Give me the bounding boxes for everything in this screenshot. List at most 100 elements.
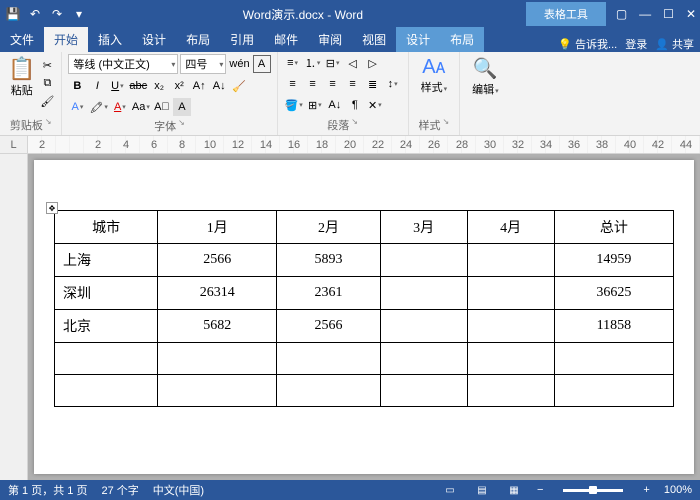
table-cell[interactable]: 2566 xyxy=(277,310,380,343)
tab-insert[interactable]: 插入 xyxy=(88,27,132,52)
table-header-cell[interactable]: 2月 xyxy=(277,211,380,244)
table-cell[interactable] xyxy=(55,343,158,375)
char-shading-icon[interactable]: Aa▾ xyxy=(131,98,151,116)
table-row[interactable] xyxy=(55,375,674,407)
dialog-launcher-icon[interactable]: ↘ xyxy=(45,117,52,133)
underline-button[interactable]: U▾ xyxy=(108,77,126,95)
vertical-ruler[interactable] xyxy=(0,154,28,480)
table-header-cell[interactable]: 3月 xyxy=(380,211,467,244)
horizontal-ruler[interactable]: L 22468101214161820222426283032343638404… xyxy=(0,136,700,154)
font-name-combo[interactable]: 等线 (中文正文) xyxy=(68,54,178,74)
table-cell[interactable]: 深圳 xyxy=(55,277,158,310)
borders-icon[interactable]: ⊞▾ xyxy=(306,96,324,114)
tab-table-design[interactable]: 设计 xyxy=(396,27,440,52)
align-center-icon[interactable]: ≡ xyxy=(304,75,322,93)
maximize-icon[interactable]: ☐ xyxy=(663,7,674,21)
shrink-font-icon[interactable]: A↓ xyxy=(210,77,228,95)
highlight-icon[interactable]: 🖍▾ xyxy=(88,98,108,116)
table-cell[interactable]: 2566 xyxy=(158,244,277,277)
table-cell[interactable]: 上海 xyxy=(55,244,158,277)
table-cell[interactable] xyxy=(380,244,467,277)
tab-layout[interactable]: 布局 xyxy=(176,27,220,52)
page-count[interactable]: 第 1 页，共 1 页 xyxy=(8,482,87,498)
table-cell[interactable] xyxy=(55,375,158,407)
bullets-icon[interactable]: ≡▾ xyxy=(284,54,302,72)
close-icon[interactable]: ✕ xyxy=(686,7,696,21)
table-cell[interactable]: 11858 xyxy=(554,310,673,343)
redo-icon[interactable]: ↷ xyxy=(48,5,66,23)
tab-design[interactable]: 设计 xyxy=(132,27,176,52)
justify-icon[interactable]: ≡ xyxy=(344,75,362,93)
dialog-launcher-icon[interactable]: ↘ xyxy=(351,117,358,133)
distributed-icon[interactable]: ≣ xyxy=(364,75,382,93)
align-left-icon[interactable]: ≡ xyxy=(284,75,302,93)
grow-font-icon[interactable]: A↑ xyxy=(190,77,208,95)
table-cell[interactable]: 36625 xyxy=(554,277,673,310)
char-border-icon[interactable]: A xyxy=(253,55,271,73)
tab-home[interactable]: 开始 xyxy=(44,27,88,52)
table-row[interactable]: 深圳26314236136625 xyxy=(55,277,674,310)
table-cell[interactable] xyxy=(467,244,554,277)
copy-icon[interactable]: ⧉ xyxy=(39,75,55,91)
asian-layout-icon[interactable]: ✕▾ xyxy=(366,96,384,114)
strikethrough-button[interactable]: abc xyxy=(128,77,148,95)
read-mode-icon[interactable]: ▭ xyxy=(441,483,459,497)
align-right-icon[interactable]: ≡ xyxy=(324,75,342,93)
editing-button[interactable]: 🔍 编辑▾ xyxy=(466,54,505,99)
tab-view[interactable]: 视图 xyxy=(352,27,396,52)
zoom-slider[interactable] xyxy=(563,489,623,492)
subscript-button[interactable]: x₂ xyxy=(150,77,168,95)
cut-icon[interactable]: ✂ xyxy=(39,57,55,73)
multilevel-icon[interactable]: ⊟▾ xyxy=(324,54,342,72)
table-row[interactable]: 北京5682256611858 xyxy=(55,310,674,343)
show-marks-icon[interactable]: ¶ xyxy=(346,96,364,114)
decrease-indent-icon[interactable]: ◁ xyxy=(344,54,362,72)
styles-button[interactable]: Aᴀ 样式▾ xyxy=(415,54,454,97)
table-cell[interactable] xyxy=(380,343,467,375)
paste-button[interactable]: 📋 粘贴 xyxy=(6,54,37,100)
print-layout-icon[interactable]: ▤ xyxy=(473,483,491,497)
superscript-button[interactable]: x² xyxy=(170,77,188,95)
bold-button[interactable]: B xyxy=(68,77,86,95)
sort-icon[interactable]: A↓ xyxy=(326,96,344,114)
clear-format-icon[interactable]: 🧹 xyxy=(230,77,248,95)
table-cell[interactable] xyxy=(158,375,277,407)
text-effects-icon[interactable]: A▾ xyxy=(68,98,86,116)
phonetic-guide-icon[interactable]: wén xyxy=(228,55,250,73)
table-cell[interactable]: 14959 xyxy=(554,244,673,277)
table-cell[interactable] xyxy=(467,343,554,375)
dialog-launcher-icon[interactable]: ↘ xyxy=(178,118,185,134)
table-cell[interactable] xyxy=(277,343,380,375)
document-table[interactable]: 城市1月2月3月4月总计上海2566589314959深圳26314236136… xyxy=(54,210,674,407)
font-size-combo[interactable]: 四号 xyxy=(180,54,226,74)
table-header-cell[interactable]: 1月 xyxy=(158,211,277,244)
change-case-icon[interactable]: A xyxy=(173,98,191,116)
table-cell[interactable] xyxy=(380,277,467,310)
table-cell[interactable] xyxy=(277,375,380,407)
zoom-in-icon[interactable]: + xyxy=(643,484,649,496)
dialog-launcher-icon[interactable]: ↘ xyxy=(443,117,450,133)
table-header-cell[interactable]: 总计 xyxy=(554,211,673,244)
table-cell[interactable] xyxy=(380,375,467,407)
enclose-char-icon[interactable]: A⃝ xyxy=(153,98,171,116)
tab-table-layout[interactable]: 布局 xyxy=(440,27,484,52)
table-cell[interactable]: 5682 xyxy=(158,310,277,343)
word-count[interactable]: 27 个字 xyxy=(101,482,138,498)
tab-references[interactable]: 引用 xyxy=(220,27,264,52)
table-cell[interactable]: 2361 xyxy=(277,277,380,310)
tab-mailings[interactable]: 邮件 xyxy=(264,27,308,52)
font-color-icon[interactable]: A▾ xyxy=(111,98,129,116)
table-cell[interactable] xyxy=(158,343,277,375)
table-move-handle[interactable]: ✥ xyxy=(46,202,58,214)
undo-icon[interactable]: ↶ xyxy=(26,5,44,23)
format-painter-icon[interactable]: 🖌 xyxy=(39,93,55,109)
table-row[interactable] xyxy=(55,343,674,375)
table-cell[interactable] xyxy=(554,375,673,407)
ribbon-options-icon[interactable]: ▢ xyxy=(616,7,627,21)
tab-file[interactable]: 文件 xyxy=(0,27,44,52)
table-cell[interactable] xyxy=(467,310,554,343)
share-button[interactable]: 👤 共享 xyxy=(655,36,694,52)
table-row[interactable]: 上海2566589314959 xyxy=(55,244,674,277)
table-cell[interactable] xyxy=(467,277,554,310)
signin-link[interactable]: 登录 xyxy=(625,36,647,52)
